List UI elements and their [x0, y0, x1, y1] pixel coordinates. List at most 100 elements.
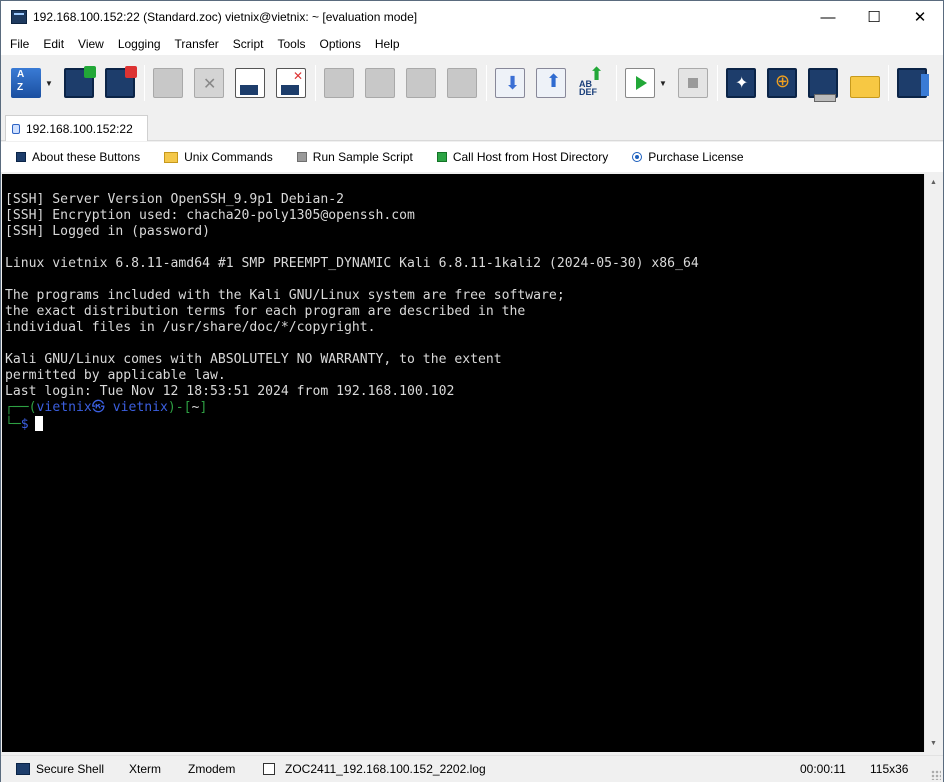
maximize-button[interactable]: ☐: [851, 1, 897, 33]
folder-button[interactable]: [846, 65, 882, 101]
shell-button[interactable]: [894, 65, 930, 101]
stop-script-button[interactable]: [675, 65, 711, 101]
folder-icon: [164, 151, 179, 163]
logfile-status[interactable]: ZOC2411_192.168.100.152_2202.log: [263, 762, 486, 776]
toolbar-separator: [888, 65, 889, 101]
protocol-status[interactable]: Secure Shell: [16, 762, 104, 776]
close-button[interactable]: ✕: [897, 1, 943, 33]
clipboard-edit-icon: [406, 68, 436, 98]
terminal-line: the exact distribution terms for each pr…: [5, 304, 526, 319]
menu-options[interactable]: Options: [313, 37, 366, 51]
ssh-icon: [16, 763, 30, 775]
button-icon: [16, 152, 26, 162]
terminal-line: [SSH] Logged in (password): [5, 224, 210, 239]
disconnect-button[interactable]: [102, 65, 138, 101]
menu-view[interactable]: View: [72, 37, 110, 51]
prompt-symbol: $: [20, 417, 29, 432]
document-button[interactable]: [232, 65, 268, 101]
title-bar[interactable]: 192.168.100.152:22 (Standard.zoc) vietni…: [1, 1, 943, 33]
menu-edit[interactable]: Edit: [37, 37, 70, 51]
prompt-user-host: vietnix㉿ vietnix: [36, 400, 168, 415]
terminal-line: The programs included with the Kali GNU/…: [5, 288, 565, 303]
toolbar-separator: [717, 65, 718, 101]
document-delete-icon: [276, 68, 306, 98]
toolbar-separator: [144, 65, 145, 101]
clipboard-list-icon: [447, 68, 477, 98]
status-bar: Secure Shell Xterm Zmodem ZOC2411_192.16…: [1, 755, 943, 782]
about-buttons-label: About these Buttons: [32, 150, 141, 164]
upload-button[interactable]: [533, 65, 569, 101]
paste-button-2[interactable]: [362, 65, 398, 101]
run-script-button[interactable]: [622, 65, 658, 101]
run-sample-script-button[interactable]: Run Sample Script: [296, 150, 413, 164]
shell-icon: [897, 68, 929, 98]
upload-icon: [536, 68, 566, 98]
run-sample-script-label: Run Sample Script: [312, 150, 413, 164]
scroll-up-icon[interactable]: ▲: [925, 174, 942, 191]
stop-script-icon: [678, 68, 708, 98]
folder-icon: [849, 68, 880, 98]
window-title: 192.168.100.152:22 (Standard.zoc) vietni…: [33, 10, 418, 24]
connect-button[interactable]: [61, 65, 97, 101]
target-button[interactable]: [764, 65, 800, 101]
sort-dropdown-icon[interactable]: ▼: [45, 79, 55, 88]
run-script-icon: [625, 68, 655, 98]
paste-icon: [324, 68, 354, 98]
scroll-down-icon[interactable]: ▼: [925, 735, 942, 752]
host-icon: [436, 152, 447, 162]
star-icon: [726, 68, 756, 98]
terminal-line: Last login: Tue Nov 12 18:53:51 2024 fro…: [5, 384, 455, 399]
terminal-output[interactable]: [SSH] Server Version OpenSSH_9.9p1 Debia…: [2, 174, 924, 752]
session-icon: [12, 123, 20, 134]
prompt-box-bottom: └─: [5, 417, 21, 432]
terminal-line: [SSH] Encryption used: chacha20-poly1305…: [5, 208, 415, 223]
text-transfer-button[interactable]: [574, 64, 610, 101]
logfile-label: ZOC2411_192.168.100.152_2202.log: [285, 762, 486, 776]
radio-icon: [632, 152, 643, 162]
cancel-button[interactable]: [191, 65, 227, 101]
download-button[interactable]: [492, 65, 528, 101]
about-buttons-button[interactable]: About these Buttons: [16, 150, 140, 164]
menu-logging[interactable]: Logging: [112, 37, 167, 51]
menu-file[interactable]: File: [4, 37, 35, 51]
prompt-line-1: ┌──(vietnix㉿ vietnix)-[~]: [5, 400, 924, 416]
run-script-dropdown-icon[interactable]: ▼: [659, 79, 669, 88]
app-icon: [11, 10, 27, 24]
vertical-scrollbar[interactable]: ▲ ▼: [924, 174, 942, 752]
resize-grip-icon[interactable]: [931, 770, 941, 780]
button-bar: About these Buttons Unix Commands Run Sa…: [1, 142, 943, 172]
transfer-status[interactable]: Zmodem: [188, 762, 235, 776]
paste-button-3[interactable]: [403, 65, 439, 101]
purchase-license-button[interactable]: Purchase License: [632, 150, 744, 164]
prompt-mid: )-[: [167, 400, 192, 415]
cancel-icon: [194, 68, 224, 98]
star-button[interactable]: [723, 65, 759, 101]
tab-strip: 192.168.100.152:22: [1, 113, 943, 141]
checkbox-icon[interactable]: [263, 763, 275, 775]
prompt-box-top: ┌──(: [5, 400, 37, 415]
elapsed-time: 00:00:11: [800, 762, 846, 776]
call-host-button[interactable]: Call Host from Host Directory: [436, 150, 608, 164]
terminal-line: permitted by applicable law.: [5, 368, 226, 383]
minimize-button[interactable]: —: [805, 1, 851, 33]
menu-transfer[interactable]: Transfer: [169, 37, 225, 51]
copy-button[interactable]: [150, 65, 186, 101]
target-icon: [767, 68, 797, 98]
paste-button-1[interactable]: [321, 65, 357, 101]
transfer-label: Zmodem: [188, 762, 236, 776]
tab-session[interactable]: 192.168.100.152:22: [5, 115, 148, 141]
menu-script[interactable]: Script: [227, 37, 270, 51]
paste-button-4[interactable]: [444, 65, 480, 101]
menu-tools[interactable]: Tools: [271, 37, 311, 51]
document-delete-button[interactable]: [273, 65, 309, 101]
unix-commands-button[interactable]: Unix Commands: [164, 150, 273, 164]
toolbar-separator: [616, 65, 617, 101]
menu-help[interactable]: Help: [369, 37, 406, 51]
sort-az-icon: [11, 68, 41, 98]
host-directory-icon: [808, 68, 838, 102]
sort-button[interactable]: [8, 65, 44, 101]
emulation-status[interactable]: Xterm: [129, 762, 161, 776]
host-directory-button[interactable]: [805, 65, 841, 102]
elapsed-label: 00:00:11: [800, 762, 846, 776]
